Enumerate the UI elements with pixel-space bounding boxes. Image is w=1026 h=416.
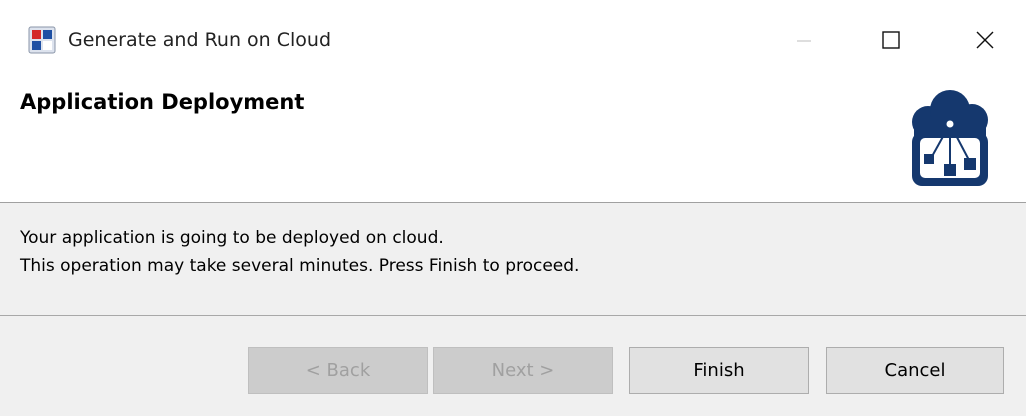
footer-divider — [0, 315, 1026, 316]
wizard-dialog: Generate and Run on Cloud Application De… — [0, 0, 1026, 416]
close-button[interactable] — [962, 22, 1008, 58]
finish-button[interactable]: Finish — [629, 347, 809, 394]
window-title: Generate and Run on Cloud — [68, 29, 332, 51]
cloud-deployment-icon — [912, 90, 988, 186]
minimize-button[interactable] — [781, 22, 827, 58]
maximize-icon — [882, 31, 900, 49]
header-divider — [0, 202, 1026, 203]
cancel-button[interactable]: Cancel — [826, 347, 1004, 394]
message-line-1: Your application is going to be deployed… — [20, 228, 444, 248]
close-icon — [976, 31, 994, 49]
minimize-icon — [797, 40, 811, 42]
wizard-header: Application Deployment — [0, 76, 1026, 202]
back-button[interactable]: < Back — [248, 347, 428, 394]
next-button[interactable]: Next > — [433, 347, 613, 394]
message-text: Your application is going to be deployed… — [20, 224, 579, 280]
message-line-2: This operation may take several minutes.… — [20, 256, 580, 276]
maximize-button[interactable] — [868, 22, 914, 58]
page-title: Application Deployment — [20, 90, 305, 114]
app-icon — [28, 26, 56, 54]
title-bar[interactable]: Generate and Run on Cloud — [0, 0, 1026, 76]
